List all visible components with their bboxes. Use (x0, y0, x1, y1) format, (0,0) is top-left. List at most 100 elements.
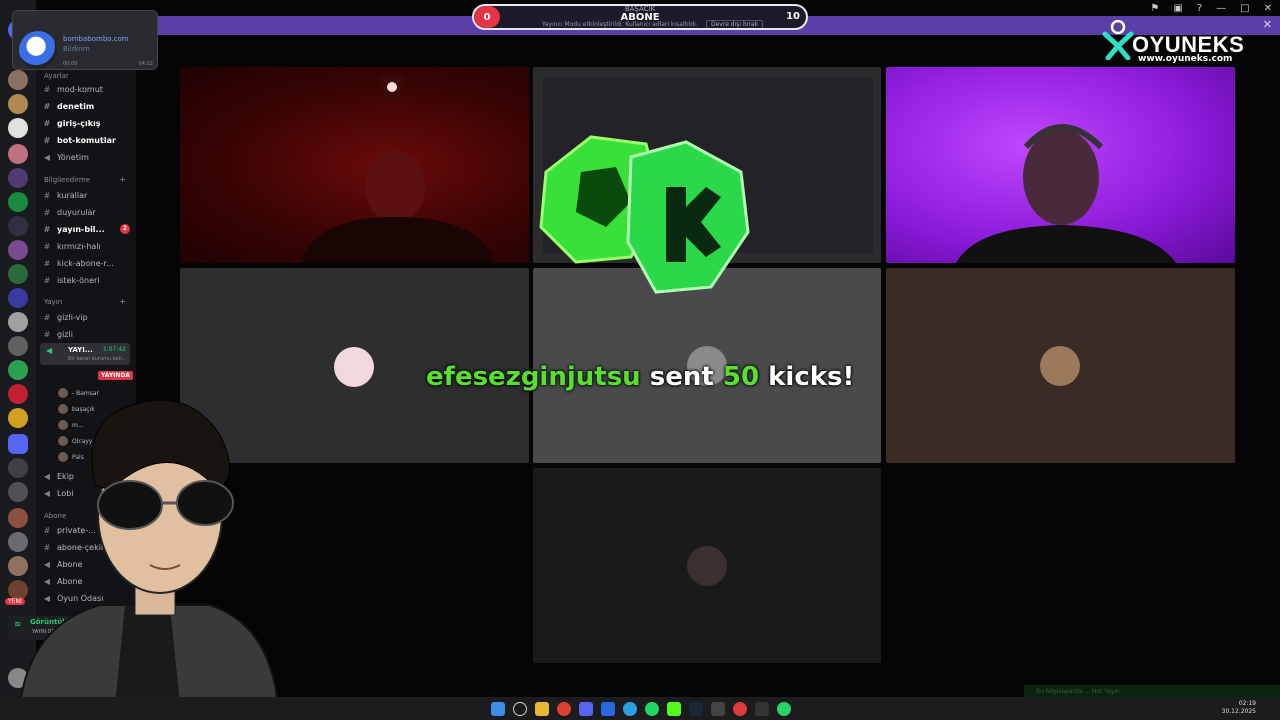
channel-giris-cikis[interactable]: # giriş-çıkış (42, 116, 134, 130)
windows-start-icon[interactable] (491, 702, 505, 716)
chrome-icon[interactable] (557, 702, 571, 716)
category-stream[interactable]: Yayın (44, 298, 62, 306)
kick-icon[interactable] (667, 702, 681, 716)
clock-time: 02:19 (1238, 700, 1256, 707)
hash-icon: # (43, 101, 51, 111)
server-icon[interactable] (8, 192, 28, 212)
video-tile-purple-cam[interactable] (886, 67, 1235, 263)
unread-badge: 2 (120, 224, 130, 234)
active-voice-channel[interactable]: ◀ YAYI... 1:07:42 Bir kanal durumu beli.… (40, 343, 130, 365)
hash-icon: # (43, 190, 51, 200)
kicks-alert: efesezginjutsu sent 50 kicks! (426, 362, 854, 392)
server-icon[interactable] (8, 360, 28, 380)
server-icon[interactable] (8, 336, 28, 356)
add-channel-icon[interactable]: + (119, 297, 126, 306)
video-tile-user[interactable] (886, 268, 1235, 463)
avatar (19, 31, 57, 69)
channel-label: kırmızı-halı (57, 241, 101, 251)
channel-label: duyurular (57, 207, 96, 217)
channel-label: kick-abone-r... (57, 258, 114, 268)
avatar (1040, 346, 1080, 386)
flag-icon[interactable]: ⚑ (1150, 3, 1159, 14)
obs-icon[interactable] (711, 702, 725, 716)
streamer-mode-notice: Yayıncı Modu etkinleştirildi. Kullanıcı … (542, 21, 698, 28)
popup-subtitle: Bildirim (63, 45, 90, 53)
hash-icon: # (43, 258, 51, 268)
add-channel-icon[interactable]: + (119, 175, 126, 184)
channel-bot-komutlar[interactable]: # bot-komutlar (42, 133, 134, 147)
channel-kick-abone[interactable]: # kick-abone-r... (42, 256, 134, 270)
category-info[interactable]: Bilgilendirme (44, 176, 90, 184)
steam-icon[interactable] (689, 702, 703, 716)
channel-kurallar[interactable]: # kurallar (42, 188, 134, 202)
alert-username: efesezginjutsu (426, 362, 641, 392)
video-tile-red-cam[interactable] (180, 67, 529, 263)
speaker-icon: ◀ (46, 346, 53, 355)
maximize-icon[interactable]: □ (1240, 3, 1249, 14)
channel-yonetim[interactable]: ◀ Yönetim (42, 150, 134, 164)
channel-label: gizli-vip (57, 312, 88, 322)
hash-icon: # (43, 135, 51, 145)
close-icon[interactable]: ✕ (1263, 18, 1272, 31)
whatsapp-icon[interactable] (777, 702, 791, 716)
channel-label: istek-öneri (57, 275, 100, 285)
app-icon[interactable] (755, 702, 769, 716)
active-channel-name: YAYI... (68, 346, 93, 354)
server-icon[interactable] (8, 240, 28, 260)
server-icon[interactable] (8, 288, 28, 308)
hash-icon: # (43, 241, 51, 251)
goal-end-value: 10 (786, 11, 800, 22)
server-icon[interactable] (8, 118, 28, 138)
kick-gem-icon (539, 135, 750, 294)
category-settings[interactable]: Ayarlar (44, 72, 69, 80)
hash-icon: # (43, 275, 51, 285)
channel-label: mod-komut (57, 84, 103, 94)
channel-duyurular[interactable]: # duyurular (42, 205, 134, 219)
alert-sent: sent (649, 362, 714, 392)
channel-yayin-bil[interactable]: # yayın-bil... 2 (42, 222, 134, 236)
channel-gizli-vip[interactable]: # gizli-vip (42, 310, 134, 324)
channel-mod-komut[interactable]: # mod-komut (42, 82, 134, 96)
spotify-icon[interactable] (645, 702, 659, 716)
channel-gizli[interactable]: # gizli (42, 327, 134, 341)
channel-label: giriş-çıkış (57, 118, 101, 128)
discord-icon[interactable] (579, 702, 593, 716)
search-icon[interactable] (513, 702, 527, 716)
help-icon[interactable]: ? (1197, 3, 1202, 14)
server-icon[interactable] (8, 70, 28, 90)
hash-icon: # (43, 84, 51, 94)
subscriber-goal-bar: 0 BAŞACIK ABONE 10 Yayıncı Modu etkinleş… (472, 4, 808, 30)
minimize-icon[interactable]: — (1216, 3, 1226, 14)
close-icon[interactable]: ✕ (1264, 3, 1272, 14)
clock-date: 30.12.2025 (1221, 708, 1256, 715)
server-icon[interactable] (8, 94, 28, 114)
channel-label: gizli (57, 329, 73, 339)
app-icon[interactable] (601, 702, 615, 716)
system-clock[interactable]: 02:19 30.12.2025 (1222, 700, 1256, 716)
notification-popup[interactable]: bombabombo.com Bildirim 00:00 04:22 (12, 10, 158, 70)
screen: YENİ Ayarlar # mod-komut # denetim # giriş-… (0, 0, 1280, 720)
disable-streamer-mode-button[interactable]: Devre dışı bırak (706, 20, 764, 28)
hash-icon: # (43, 118, 51, 128)
server-icon[interactable] (8, 168, 28, 188)
popup-title: bombabombo.com (63, 35, 129, 43)
avatar (334, 347, 374, 387)
channel-denetim[interactable]: # denetim (42, 99, 134, 113)
telegram-icon[interactable] (623, 702, 637, 716)
app-icon[interactable] (733, 702, 747, 716)
channel-label: denetim (57, 101, 95, 111)
channel-istek-oneri[interactable]: # istek-öneri (42, 273, 134, 287)
screen-icon[interactable]: ▣ (1173, 3, 1182, 14)
webcam-person (300, 75, 495, 263)
speaker-icon: ◀ (43, 152, 51, 162)
server-icon[interactable] (8, 216, 28, 236)
video-tile-user[interactable] (533, 468, 881, 663)
server-icon[interactable] (8, 144, 28, 164)
alert-amount: 50 (722, 362, 760, 392)
server-icon[interactable] (8, 312, 28, 332)
channel-label: Yönetim (57, 152, 89, 162)
server-icon[interactable] (8, 264, 28, 284)
file-explorer-icon[interactable] (535, 702, 549, 716)
channel-kirmizi-hali[interactable]: # kırmızı-halı (42, 239, 134, 253)
channel-label: bot-komutlar (57, 135, 116, 145)
